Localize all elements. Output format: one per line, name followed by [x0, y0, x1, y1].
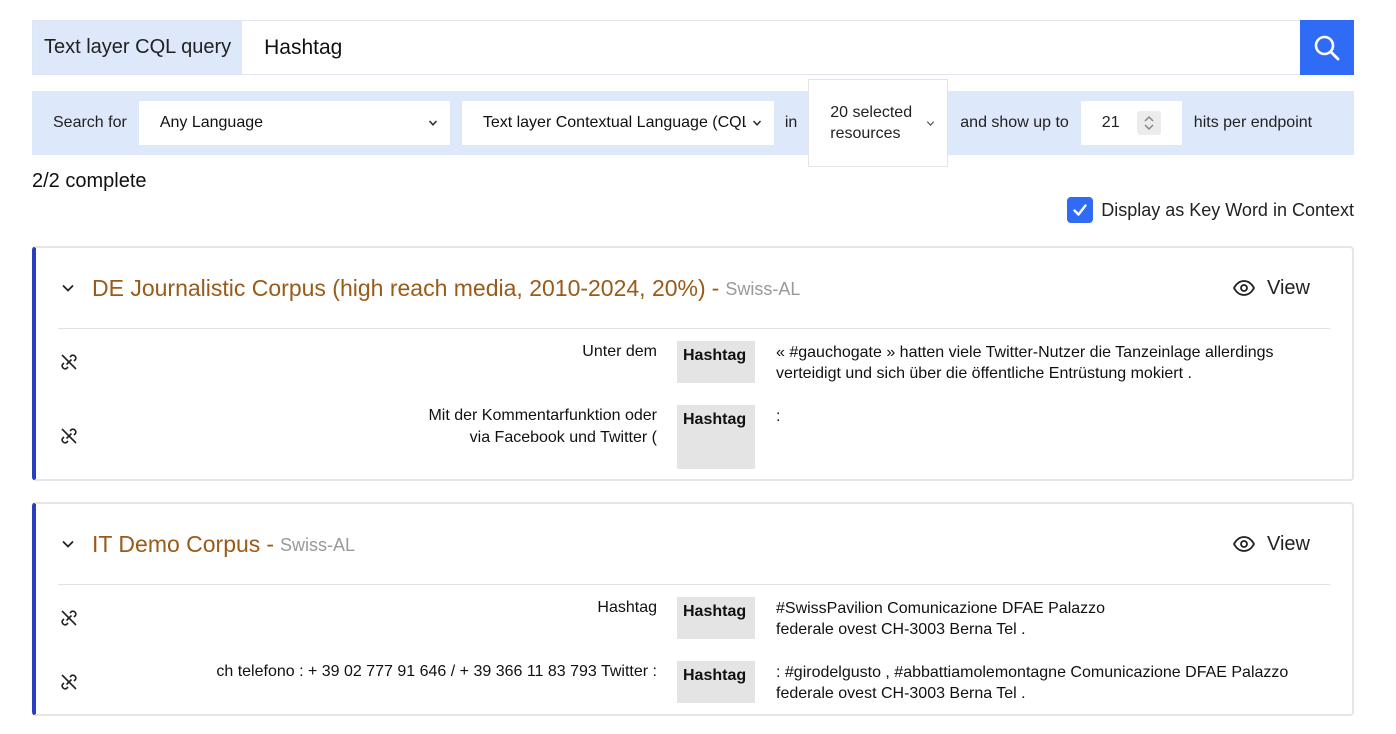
result-card: DE Journalistic Corpus (high reach media… — [32, 246, 1354, 481]
broken-link-icon[interactable] — [60, 673, 78, 691]
language-select[interactable]: Any Language — [138, 101, 450, 145]
left-context: Hashtag — [597, 599, 657, 616]
result-row: Unter dem Hashtag « #gauchogate » hatten… — [36, 329, 1352, 393]
hits-number-value: 21 — [1101, 114, 1120, 131]
eye-icon — [1233, 536, 1255, 552]
kwic-checkbox[interactable] — [1067, 197, 1094, 223]
resources-select[interactable]: 20 selected resources — [808, 79, 949, 167]
filter-bar: Search for Any Language Text layer Conte… — [32, 79, 1354, 167]
in-label: in — [784, 114, 798, 131]
chevron-down-icon[interactable] — [60, 280, 76, 296]
broken-link-icon[interactable] — [60, 427, 78, 445]
check-icon — [1073, 204, 1087, 216]
result-row: Mit der Kommentarfunktion oder via Faceb… — [36, 393, 1352, 481]
view-button[interactable]: View — [1233, 504, 1310, 584]
keyword-hit: Hashtag — [677, 597, 755, 639]
result-card: IT Demo Corpus - Swiss-AL View Hashtag H… — [32, 502, 1354, 716]
layer-select-value: Text layer Contextual Language (CQL) — [482, 114, 746, 131]
eye-icon — [1233, 280, 1255, 296]
corpus-source: Swiss-AL — [279, 535, 355, 555]
right-context: « #gauchogate » hatten viele Twitter-Nut… — [776, 344, 1274, 382]
title-separator: - — [711, 274, 720, 301]
result-card-header[interactable]: IT Demo Corpus - Swiss-AL View — [36, 504, 1352, 584]
search-for-label: Search for — [53, 114, 127, 131]
kwic-label: Display as Key Word in Context — [1101, 199, 1354, 220]
search-status: 2/2 complete — [32, 170, 147, 192]
corpus-title[interactable]: DE Journalistic Corpus (high reach media… — [92, 275, 706, 302]
number-stepper[interactable] — [1136, 111, 1161, 135]
resources-select-value: 20 selected resources — [830, 104, 913, 142]
result-card-header[interactable]: DE Journalistic Corpus (high reach media… — [36, 248, 1352, 328]
view-label: View — [1267, 276, 1310, 299]
left-context: Unter dem — [582, 343, 657, 360]
keyword-hit: Hashtag — [677, 661, 755, 703]
broken-link-icon[interactable] — [60, 353, 78, 371]
corpus-title[interactable]: IT Demo Corpus — [92, 531, 260, 558]
search-button[interactable] — [1300, 20, 1354, 75]
right-context: #SwissPavilion Comunicazione DFAE Palazz… — [776, 600, 1106, 638]
hits-number-input[interactable]: 21 — [1080, 101, 1182, 145]
query-bar: Text layer CQL query — [32, 20, 1354, 75]
result-row: ch telefono : + 39 02 777 91 646 / + 39 … — [36, 649, 1352, 713]
chevron-down-icon[interactable] — [60, 536, 76, 552]
corpus-source: Swiss-AL — [725, 279, 801, 299]
right-context: : — [776, 408, 781, 425]
kwic-toggle[interactable]: Display as Key Word in Context — [1067, 197, 1354, 223]
broken-link-icon[interactable] — [60, 609, 78, 627]
search-icon — [1314, 35, 1340, 60]
title-separator: - — [266, 530, 274, 557]
result-row: Hashtag Hashtag #SwissPavilion Comunicaz… — [36, 585, 1352, 649]
query-input[interactable] — [242, 21, 1300, 74]
chevron-down-icon — [752, 120, 761, 126]
show-up-to-label: and show up to — [960, 114, 1069, 131]
chevron-down-icon — [428, 120, 437, 126]
query-label: Text layer CQL query — [33, 21, 243, 74]
view-button[interactable]: View — [1233, 248, 1310, 328]
right-context: : #girodelgusto , #abbattiamolemontagne … — [776, 664, 1289, 702]
language-select-value: Any Language — [159, 114, 264, 131]
left-context: Mit der Kommentarfunktion oder via Faceb… — [428, 407, 657, 446]
left-context: ch telefono : + 39 02 777 91 646 / + 39 … — [216, 663, 657, 680]
hits-suffix-label: hits per endpoint — [1193, 114, 1313, 131]
stepper-arrows-icon — [1144, 115, 1154, 131]
chevron-down-icon — [927, 120, 935, 126]
view-label: View — [1267, 532, 1310, 555]
keyword-hit: Hashtag — [677, 405, 755, 469]
keyword-hit: Hashtag — [677, 341, 755, 383]
layer-select[interactable]: Text layer Contextual Language (CQL) — [461, 101, 774, 145]
